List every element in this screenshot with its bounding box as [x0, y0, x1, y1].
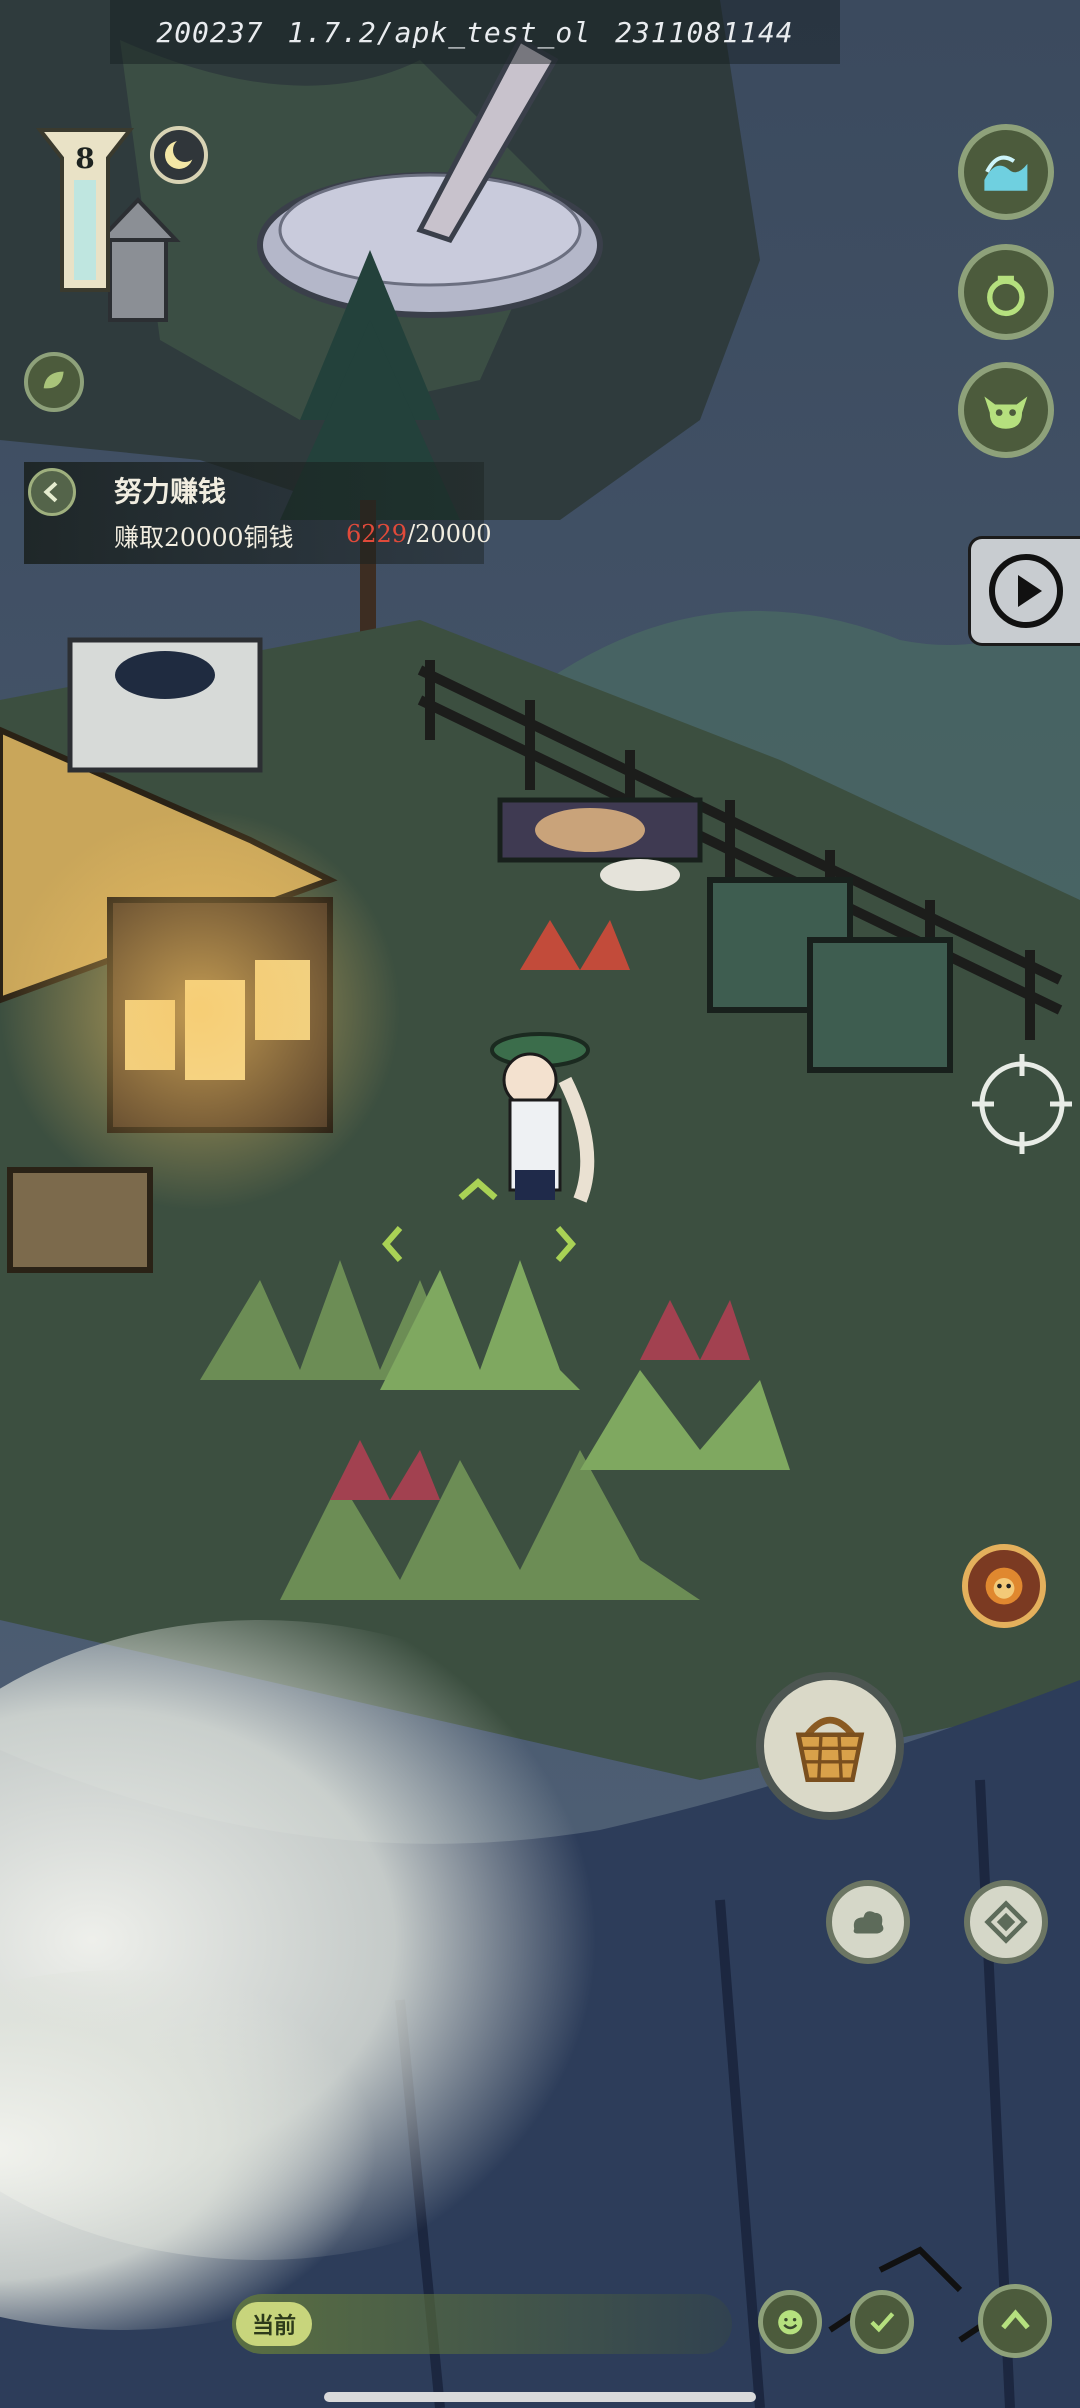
boss-button[interactable]	[962, 1544, 1046, 1628]
basket-button[interactable]	[756, 1672, 904, 1820]
moon-icon	[165, 138, 197, 169]
collapse-quest-button[interactable]	[28, 468, 76, 516]
quest-progress-total: /20000	[407, 520, 492, 548]
build-code: 2311081144	[615, 15, 794, 49]
quest-progress-current: 6229	[346, 520, 408, 548]
cloud-skill-button[interactable]	[826, 1880, 910, 1964]
chevron-left-icon	[382, 1226, 403, 1262]
player-level-badge[interactable]: 8	[30, 120, 140, 300]
target-crosshair[interactable]	[972, 1054, 1072, 1154]
play-icon	[988, 554, 1063, 628]
chat-channel-tag[interactable]: 当前	[236, 2302, 312, 2346]
leaf-button[interactable]	[24, 352, 84, 412]
pouch-icon	[987, 275, 1025, 317]
move-up-arrow[interactable]	[456, 1170, 500, 1211]
lion-face-icon	[985, 1567, 1023, 1605]
cloud-icon	[853, 1911, 884, 1934]
build-id: 200237	[156, 15, 264, 49]
quest-progress: 6229/20000	[346, 520, 492, 548]
crosshair-icon	[972, 1054, 1072, 1154]
home-indicator[interactable]	[324, 2392, 756, 2402]
emoji-button[interactable]	[758, 2290, 822, 2354]
move-left-arrow[interactable]	[378, 1224, 406, 1273]
chevron-up-icon	[458, 1178, 498, 1201]
basket-icon	[795, 1716, 865, 1782]
player-level: 8	[75, 142, 95, 175]
ox-mask-button[interactable]	[958, 362, 1054, 458]
build-version: 1.7.2/apk_test_ol	[287, 15, 592, 49]
compass-button[interactable]	[964, 1880, 1048, 1964]
chevron-left-icon	[43, 481, 58, 503]
video-play-button[interactable]	[968, 536, 1080, 646]
ox-mask-icon	[984, 396, 1028, 429]
chevron-right-icon	[555, 1226, 576, 1262]
move-right-arrow[interactable]	[552, 1224, 580, 1273]
pouch-button[interactable]	[958, 244, 1054, 340]
diamond-compass-icon	[984, 1900, 1028, 1944]
leaf-icon	[44, 372, 64, 389]
game-scene-background	[0, 0, 1080, 2408]
edit-button[interactable]	[850, 2290, 914, 2354]
chat-input-bar[interactable]: 当前	[232, 2294, 732, 2354]
quest-tracker-panel[interactable]: 努力赚钱 赚取20000铜钱 6229/20000	[24, 462, 492, 564]
brush-check-icon	[870, 2311, 894, 2333]
chevron-up-icon	[1000, 2308, 1030, 2329]
day-night-button[interactable]	[150, 126, 208, 184]
wave-button[interactable]	[958, 124, 1054, 220]
quest-description: 赚取20000铜钱	[114, 523, 294, 552]
expand-menu-button[interactable]	[978, 2284, 1052, 2358]
quest-title: 努力赚钱	[114, 475, 227, 508]
wave-icon	[984, 155, 1028, 191]
smiley-icon	[777, 2309, 803, 2335]
build-version-bar: 200237 1.7.2/apk_test_ol 2311081144	[110, 0, 840, 64]
